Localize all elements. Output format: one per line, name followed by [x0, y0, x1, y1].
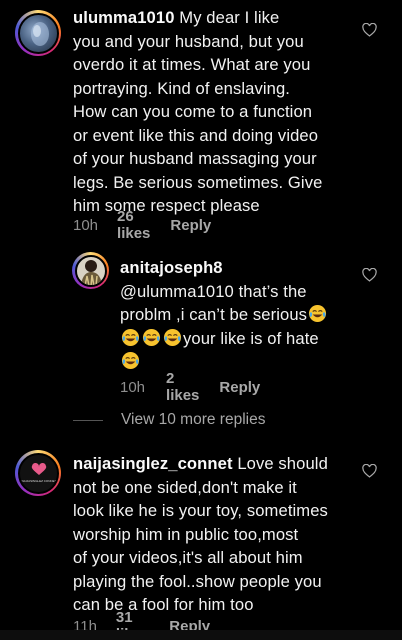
comment-likes[interactable]: 26 likes: [117, 208, 150, 242]
comment-time: 10h: [73, 216, 99, 234]
heart-outline-icon[interactable]: [362, 268, 377, 282]
divider: [73, 419, 103, 421]
avatar[interactable]: [72, 252, 109, 289]
reply-button[interactable]: Reply: [170, 217, 211, 234]
avatar-image: [80, 259, 102, 285]
face-with-tears-of-joy-icon: [121, 328, 140, 346]
comment-username[interactable]: anitajoseph8: [120, 258, 223, 277]
comment-text-line: your like is of hate: [183, 328, 319, 348]
face-with-tears-of-joy-icon: [309, 304, 327, 323]
comment-text-line: of your husband massaging your: [73, 149, 317, 168]
face-with-tears-of-joy-icon: [163, 328, 182, 346]
comment-text-line: @ulumma1010 that’s the: [120, 281, 307, 301]
comment-time: 10h: [120, 378, 146, 396]
comment-likes[interactable]: 2 likes: [166, 370, 199, 404]
face-with-tears-of-joy-icon: [121, 351, 140, 370]
face-with-tears-of-joy-icon: [142, 328, 161, 346]
comment-text-line: problm ,i can’t be serious: [120, 305, 308, 324]
bottom-bar: [0, 630, 402, 640]
comment-text-line: Love should: [237, 454, 328, 473]
comment-text-line: legs. Be serious sometimes. Give: [73, 172, 323, 192]
avatar-image: [30, 21, 49, 46]
comment-text-line: overdo it at times. What are you: [73, 55, 311, 74]
view-more-replies-label: View 10 more replies: [121, 411, 266, 428]
comment-text-line: worship him in public too,most: [73, 524, 299, 544]
avatar-image: NAIJASINGLEZ CONNET: [21, 462, 56, 483]
view-more-replies-button[interactable]: View 10 more replies: [73, 411, 265, 429]
comment-text-line: How can you come to a function: [73, 102, 313, 121]
comment-text-line: look like he is your toy, sometimes: [73, 501, 328, 520]
comment-text-line: playing the fool..show people you: [73, 571, 322, 591]
comment-username[interactable]: naijasinglez_connet: [73, 454, 233, 473]
comment-text-line: My dear I like: [179, 8, 280, 27]
comment-text-line: portraying. Kind of enslaving.: [73, 78, 291, 98]
comment-text-line: not be one sided,don't make it: [73, 477, 297, 497]
avatar[interactable]: NAIJASINGLEZ CONNET: [15, 450, 61, 496]
comment-text-line: of your videos,it's all about him: [73, 548, 303, 567]
comment-username[interactable]: ulumma1010: [73, 8, 175, 27]
heart-outline-icon[interactable]: [362, 23, 377, 37]
heart-outline-icon[interactable]: [362, 464, 377, 478]
avatar-logo-text: NAIJASINGLEZ CONNET: [21, 479, 56, 483]
avatar[interactable]: [15, 10, 61, 56]
comment-text-line: you and your husband, but you: [73, 31, 304, 51]
reply-button[interactable]: Reply: [219, 379, 260, 396]
comment-text-line: or event like this and doing video: [73, 125, 319, 145]
